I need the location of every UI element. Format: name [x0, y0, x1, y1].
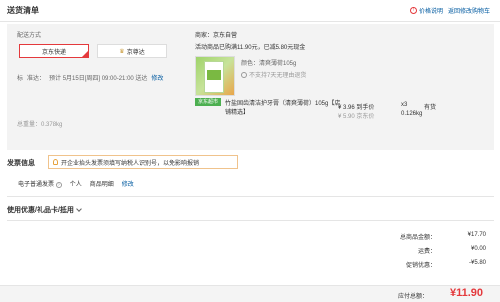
summary-row-shipping: 运费： ¥0.00 [336, 246, 486, 255]
modify-invoice-link[interactable]: 修改 [122, 179, 134, 188]
order-box: 配送方式 京东快递 ♛ 京尊达 标 准达： 预计 5月15日[周四] 09:00… [7, 24, 494, 150]
chevron-down-icon [76, 206, 82, 212]
total-amount: ¥11.90 [450, 287, 484, 299]
summary-value: -¥5.80 [468, 260, 486, 266]
promo-text: 活动商品已购满11.90元，已减5.80元现金 [195, 45, 306, 51]
summary-label: 总商品金额： [399, 235, 436, 241]
product-image[interactable] [195, 56, 235, 96]
divider [7, 220, 494, 221]
shipping-panel: 配送方式 京东快递 ♛ 京尊达 标 准达： 预计 5月15日[周四] 09:00… [7, 24, 182, 150]
price-note-label: 价格说明 [419, 9, 444, 15]
invoice-row: 电子普通发票 ? 个人 商品明细 修改 [18, 179, 134, 188]
shipping-option-jzd[interactable]: ♛ 京尊达 [97, 44, 167, 58]
section-title: 送货清单 [7, 6, 39, 15]
invoice-type: 电子普通发票 ? [18, 179, 62, 188]
invoice-tip-text: 开企业抬头发票须填写纳税人识别号，以免影响报销 [61, 160, 200, 167]
shipping-option-jd-express[interactable]: 京东快递 [19, 44, 89, 58]
invoice-title-type: 个人 [69, 182, 82, 188]
total-label: 应付总额： [398, 294, 429, 300]
time-label: 标 [17, 76, 24, 82]
summary-row-goods: 总商品金额： ¥17.70 [336, 232, 486, 241]
invoice-tip: 开企业抬头发票须填写纳税人识别号，以免影响报销 [48, 155, 238, 169]
product-quantity: x3 [401, 102, 408, 108]
invoice-content: 商品明细 [89, 182, 114, 188]
product-weight: 0.126kg [401, 111, 423, 117]
product-color: 颜色：清爽薄荷105g [241, 61, 297, 67]
weight-label: 总重量： [17, 122, 42, 128]
total-weight: 总重量：0.378kg [17, 119, 62, 128]
product-original-price: ¥ 5.90 京东价 [338, 114, 375, 120]
price-note-link[interactable]: ! 价格说明 [410, 6, 443, 15]
stock-status: 有货 [424, 105, 437, 111]
time-value: 预计 5月15日[周四] 09:00-21:00 送达 [49, 76, 148, 82]
no-return-notice: 不支持7天无理由退货 [241, 70, 306, 79]
info-icon: ! [410, 7, 417, 14]
seller-name: 商家：京东自营 [195, 33, 238, 39]
total-bar: 应付总额： ¥11.90 [0, 285, 500, 302]
summary-row-discount: 促销优惠： -¥5.80 [336, 260, 486, 269]
modify-time-link[interactable]: 修改 [151, 73, 163, 82]
summary-value: ¥17.70 [467, 232, 486, 238]
invoice-title: 发票信息 [7, 160, 35, 167]
summary-label: 运费： [417, 249, 436, 255]
help-icon[interactable]: ? [55, 182, 62, 188]
coupon-toggle[interactable]: 使用优惠/礼品卡/抵用 [7, 205, 82, 215]
info-icon [241, 71, 247, 78]
jd-supermarket-tag: 京东超市 [195, 98, 221, 106]
summary-label: 促销优惠： [405, 263, 436, 269]
product-image-tube [204, 61, 224, 93]
page-header: 送货清单 ! 价格说明 返回修改购物车 [0, 0, 500, 22]
no-return-text: 不支持7天无理由退货 [249, 73, 307, 79]
shipping-option-jzd-label: 京尊达 [126, 49, 145, 56]
divider [7, 196, 494, 197]
product-price: ¥ 3.96 到手价 [338, 105, 375, 111]
weight-value: 0.378kg [41, 122, 63, 128]
product-panel: 商家：京东自营 活动商品已购满11.90元，已减5.80元现金 京东超市 颜色：… [185, 24, 494, 150]
back-to-cart-link[interactable]: 返回修改购物车 [448, 6, 490, 15]
time-prefix: 准达： [27, 76, 46, 82]
delivery-time-row: 标 准达： 预计 5月15日[周四] 09:00-21:00 送达 修改 [17, 73, 163, 82]
shipping-label: 配送方式 [17, 33, 42, 39]
invoice-type-label: 电子普通发票 [18, 182, 55, 188]
product-name[interactable]: 竹盐固齿清洁护牙膏（清爽薄荷）105g【店铺精选】 [225, 100, 345, 118]
crown-icon: ♛ [119, 48, 125, 55]
coupon-title: 使用优惠/礼品卡/抵用 [7, 207, 74, 214]
summary-value: ¥0.00 [470, 246, 486, 252]
lightbulb-icon [53, 159, 58, 165]
